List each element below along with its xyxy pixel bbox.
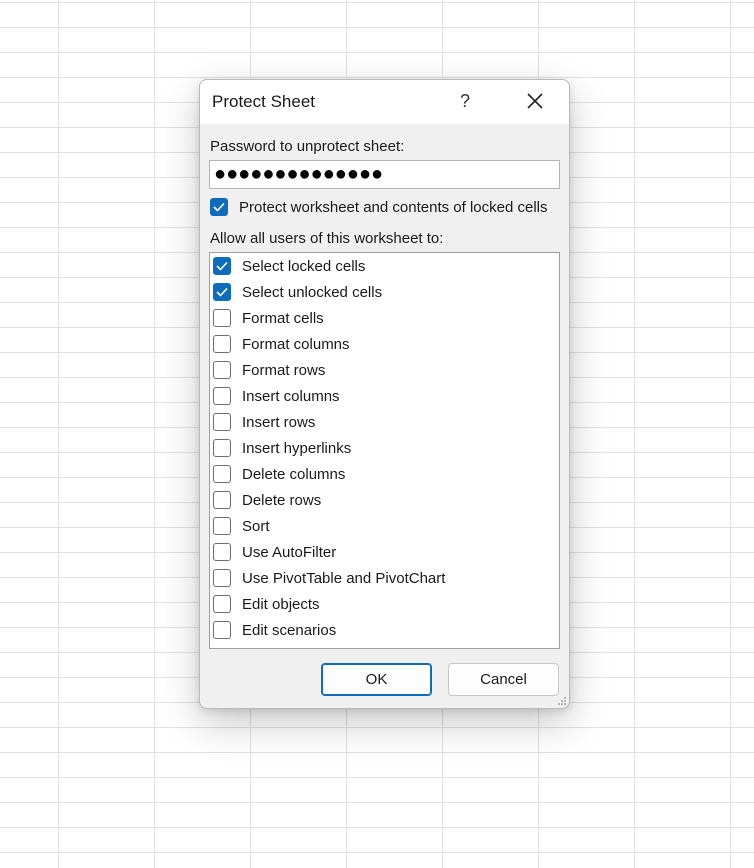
permission-checkbox[interactable] (213, 257, 231, 275)
permission-label: Use PivotTable and PivotChart (242, 570, 446, 587)
protect-worksheet-label: Protect worksheet and contents of locked… (239, 199, 548, 216)
dialog-titlebar: Protect Sheet ? (200, 80, 569, 124)
permission-item[interactable]: Delete columns (210, 461, 559, 487)
permission-label: Select unlocked cells (242, 284, 383, 301)
permission-checkbox[interactable] (213, 387, 231, 405)
permission-item[interactable]: Insert hyperlinks (210, 435, 559, 461)
password-field[interactable]: ●●●●●●●●●●●●●● (209, 160, 560, 189)
permission-checkbox[interactable] (213, 543, 231, 561)
permission-label: Delete rows (242, 492, 322, 509)
permission-checkbox[interactable] (213, 465, 231, 483)
cancel-button[interactable]: Cancel (448, 663, 559, 696)
permission-item[interactable]: Insert columns (210, 383, 559, 409)
permission-label: Format cells (242, 310, 324, 327)
permission-label: Format columns (242, 336, 350, 353)
permission-label: Edit objects (242, 596, 320, 613)
permission-item[interactable]: Format rows (210, 357, 559, 383)
password-label: Password to unprotect sheet: (210, 138, 405, 155)
permission-item[interactable]: Delete rows (210, 487, 559, 513)
permission-item[interactable]: Select unlocked cells (210, 279, 559, 305)
permission-item[interactable]: Select locked cells (210, 253, 559, 279)
allow-users-label: Allow all users of this worksheet to: (210, 230, 444, 247)
permission-item[interactable]: Use PivotTable and PivotChart (210, 565, 559, 591)
protect-worksheet-checkbox[interactable] (210, 198, 228, 216)
permission-checkbox[interactable] (213, 439, 231, 457)
permission-label: Sort (242, 518, 270, 535)
permission-item[interactable]: Edit objects (210, 591, 559, 617)
permission-checkbox[interactable] (213, 309, 231, 327)
permission-item[interactable]: Sort (210, 513, 559, 539)
permission-item[interactable]: Use AutoFilter (210, 539, 559, 565)
dialog-title: Protect Sheet (212, 92, 316, 111)
ok-button[interactable]: OK (321, 663, 432, 696)
permission-checkbox[interactable] (213, 491, 231, 509)
permission-checkbox[interactable] (213, 413, 231, 431)
close-icon (527, 93, 543, 109)
permission-label: Insert columns (242, 388, 340, 405)
permission-checkbox[interactable] (213, 335, 231, 353)
permissions-list[interactable]: Select locked cells Select unlocked cells… (209, 252, 560, 649)
permission-label: Insert hyperlinks (242, 440, 352, 457)
help-button[interactable]: ? (450, 86, 480, 116)
permission-label: Delete columns (242, 466, 346, 483)
permission-checkbox[interactable] (213, 621, 231, 639)
protect-sheet-dialog: Protect Sheet ? Password to unprotect sh… (199, 79, 570, 709)
resize-grip-icon[interactable] (557, 696, 567, 706)
close-button[interactable] (518, 85, 552, 117)
permission-label: Insert rows (242, 414, 316, 431)
checkmark-icon (216, 287, 228, 297)
permission-item[interactable]: Edit scenarios (210, 617, 559, 643)
permission-label: Format rows (242, 362, 326, 379)
permission-label: Select locked cells (242, 258, 366, 275)
permission-label: Use AutoFilter (242, 544, 337, 561)
permission-label: Edit scenarios (242, 622, 337, 639)
permission-checkbox[interactable] (213, 517, 231, 535)
checkmark-icon (216, 261, 228, 271)
permission-item[interactable]: Insert rows (210, 409, 559, 435)
permission-checkbox[interactable] (213, 595, 231, 613)
checkmark-icon (213, 202, 225, 212)
permission-item[interactable]: Format columns (210, 331, 559, 357)
permission-checkbox[interactable] (213, 361, 231, 379)
permission-checkbox[interactable] (213, 569, 231, 587)
permission-item[interactable]: Format cells (210, 305, 559, 331)
permission-checkbox[interactable] (213, 283, 231, 301)
